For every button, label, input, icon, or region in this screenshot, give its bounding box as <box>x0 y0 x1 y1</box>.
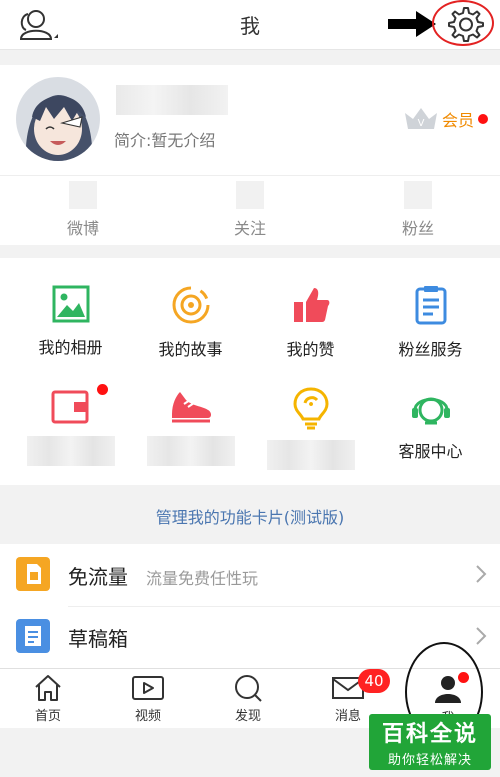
list-item-subtitle: 流量免费任性玩 <box>146 569 259 588</box>
thumbs-up-icon <box>293 288 329 322</box>
message-count-badge: 40 <box>358 669 390 693</box>
customer-service-icon <box>411 397 450 425</box>
lightbulb-icon <box>292 387 329 430</box>
feature-sports[interactable] <box>128 386 253 466</box>
drafts-icon <box>16 619 50 653</box>
feature-likes[interactable]: 我的赞 <box>248 284 373 360</box>
stat-label: 微博 <box>66 219 99 238</box>
tab-label: 首页 <box>34 709 61 724</box>
tab-discover[interactable]: 发现 <box>218 673 278 724</box>
stat-label: 关注 <box>233 219 266 238</box>
video-icon <box>132 676 164 700</box>
feature-grid: 我的相册 我的故事 我的赞 粉丝服务 客服中心 <box>0 258 500 485</box>
feature-ideas[interactable] <box>248 386 373 470</box>
feature-label-redacted <box>26 436 115 466</box>
feature-story[interactable]: 我的故事 <box>128 284 253 360</box>
feature-fan-service[interactable]: 粉丝服务 <box>368 284 493 360</box>
tab-label: 视频 <box>134 709 161 724</box>
feature-label-redacted <box>266 440 355 470</box>
feature-label: 我的相册 <box>38 338 103 357</box>
stat-count-redacted <box>69 181 97 209</box>
list-item-title: 草稿箱 <box>68 627 128 651</box>
tab-label: 发现 <box>234 709 261 724</box>
watermark-title: 百科全说 <box>381 722 478 747</box>
vip-label[interactable]: 会员 <box>442 107 474 131</box>
stat-count-redacted <box>236 181 264 209</box>
story-icon <box>172 286 209 324</box>
chevron-right-icon <box>476 627 487 645</box>
highlight-ring <box>432 0 494 46</box>
stat-fans[interactable]: 粉丝 <box>363 181 473 239</box>
tab-home[interactable]: 首页 <box>18 673 78 724</box>
profile-intro: 简介:暂无介绍 <box>114 131 216 150</box>
feature-label: 我的故事 <box>158 340 223 359</box>
stat-label: 粉丝 <box>401 219 434 238</box>
list-item-title: 免流量 <box>68 565 128 589</box>
profile-card[interactable]: 简介:暂无介绍 V 会员 微博 关注 粉丝 <box>0 65 500 245</box>
avatar-image <box>16 77 100 161</box>
photo-album-icon <box>52 285 89 323</box>
manage-function-cards-link[interactable]: 管理我的功能卡片(测试版) <box>0 500 500 536</box>
feature-label: 我的赞 <box>286 340 335 359</box>
svg-text:V: V <box>418 118 425 129</box>
vip-notification-dot <box>478 114 488 124</box>
watermark-slogan: 助你轻松解决 <box>387 753 472 768</box>
stat-following[interactable]: 关注 <box>195 181 305 239</box>
feature-label: 客服中心 <box>398 442 463 461</box>
feature-label: 粉丝服务 <box>398 340 463 359</box>
feature-customer-service[interactable]: 客服中心 <box>368 386 493 462</box>
avatar[interactable] <box>16 77 100 161</box>
username-redacted <box>116 85 228 115</box>
sim-card-icon <box>16 557 50 591</box>
chevron-right-icon <box>476 565 487 583</box>
tab-video[interactable]: 视频 <box>118 673 178 724</box>
watermark-logo: 百科全说 助你轻松解决 <box>369 714 491 770</box>
feature-label-redacted <box>146 436 235 466</box>
vip-crown-icon[interactable]: V <box>402 105 440 131</box>
stat-count-redacted <box>404 181 432 209</box>
wallet-icon <box>51 390 88 424</box>
wallet-notification-dot <box>97 384 108 395</box>
arrow-annotation-icon <box>388 11 436 37</box>
divider <box>0 175 500 176</box>
top-bar: 我 <box>0 0 500 50</box>
discover-icon <box>235 675 262 702</box>
feature-wallet[interactable] <box>8 384 133 466</box>
home-icon <box>35 675 61 701</box>
feature-photo-album[interactable]: 我的相册 <box>8 284 133 358</box>
fan-service-icon <box>415 286 446 325</box>
stat-weibo[interactable]: 微博 <box>28 181 138 239</box>
list-item-free-data[interactable]: 免流量 流量免费任性玩 <box>0 544 500 607</box>
sneaker-icon <box>171 392 211 423</box>
